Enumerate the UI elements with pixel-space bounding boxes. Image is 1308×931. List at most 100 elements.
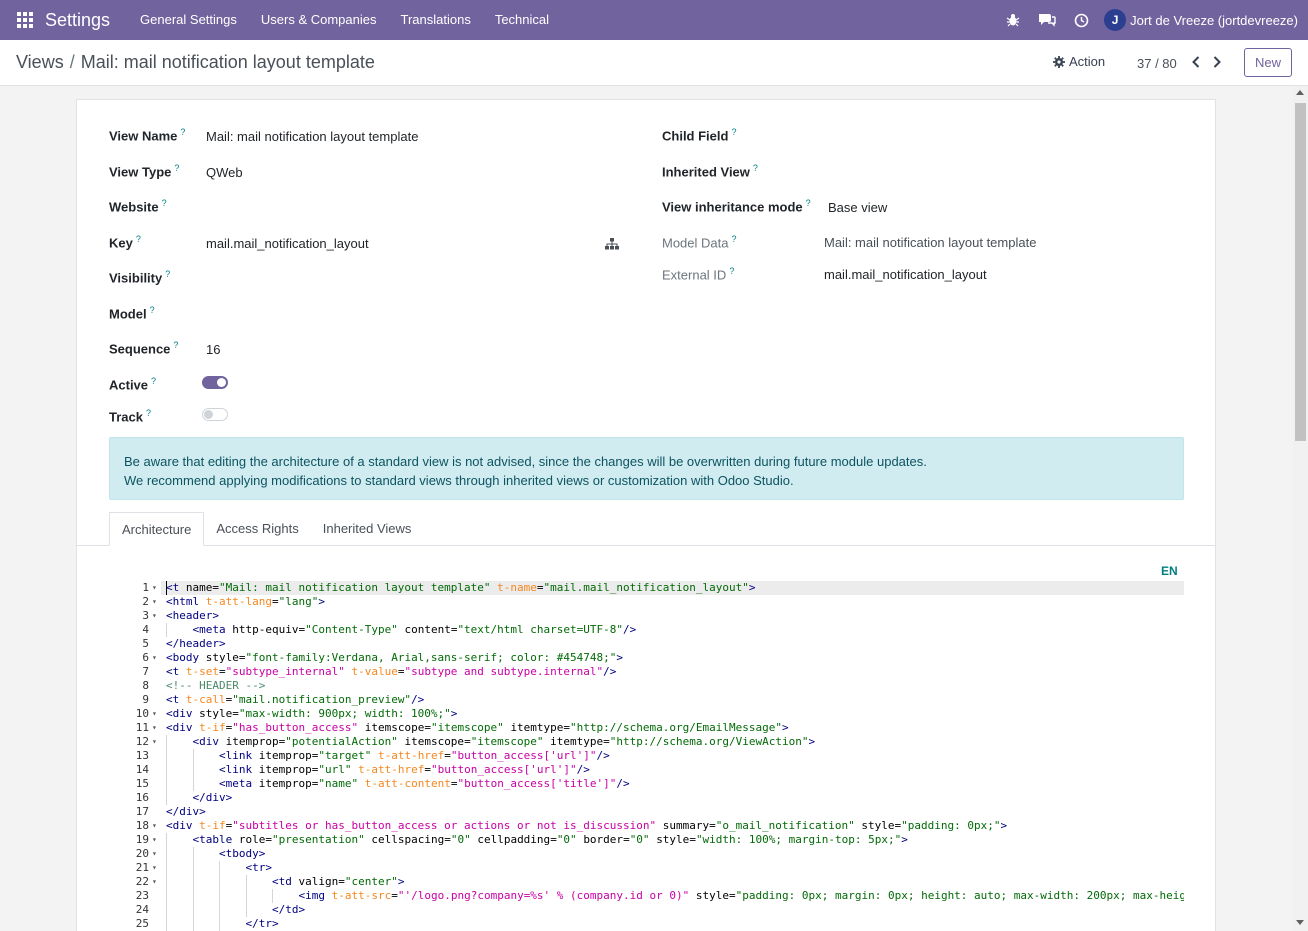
view-type-field[interactable]: QWeb xyxy=(206,165,243,180)
sequence-field[interactable]: 16 xyxy=(206,342,220,357)
fold-toggle-icon[interactable]: ▾ xyxy=(152,595,160,609)
active-label: Active? xyxy=(109,376,157,393)
help-tooltip-icon[interactable]: ? xyxy=(165,269,170,279)
indent-guide xyxy=(192,875,194,889)
code-line[interactable]: </header> xyxy=(166,637,226,651)
code-line[interactable]: </tr> xyxy=(246,917,279,931)
fold-toggle-icon[interactable]: ▾ xyxy=(152,735,160,749)
code-line[interactable]: <div t-if="subtitles or has_button_acces… xyxy=(166,819,1007,833)
pager-next-button[interactable] xyxy=(1210,52,1224,72)
editor-gutter: 1 ▾ 2 ▾ 3 ▾ 4 5 6 ▾ 7 8 9 10 ▾ 11 ▾ 12 ▾ 13 14 15 16 17 18 ▾ 19 ▾ 20… xyxy=(109,581,161,931)
help-tooltip-icon[interactable]: ? xyxy=(806,198,811,208)
tab-inherited-views[interactable]: Inherited Views xyxy=(311,512,424,546)
fold-toggle-icon[interactable]: ▾ xyxy=(152,847,160,861)
sequence-label: Sequence? xyxy=(109,340,179,357)
control-panel: Views / Mail: mail notification layout t… xyxy=(0,40,1308,86)
help-tooltip-icon[interactable]: ? xyxy=(731,234,736,244)
action-menu-button[interactable]: Action xyxy=(1053,54,1105,69)
line-number: 18 xyxy=(135,819,149,832)
fold-toggle-icon[interactable]: ▾ xyxy=(152,861,160,875)
code-line[interactable]: <meta http-equiv="Content-Type" content=… xyxy=(193,623,637,637)
inherited-view-field[interactable] xyxy=(827,165,1177,181)
code-line[interactable]: <html t-att-lang="lang"> xyxy=(166,595,325,609)
website-field[interactable] xyxy=(206,200,606,216)
help-tooltip-icon[interactable]: ? xyxy=(174,163,179,173)
translate-language-button[interactable]: EN xyxy=(1161,564,1178,578)
code-line[interactable]: <body style="font-family:Verdana, Arial,… xyxy=(166,651,623,665)
help-tooltip-icon[interactable]: ? xyxy=(180,127,185,137)
code-line[interactable]: </td> xyxy=(272,903,305,917)
code-line[interactable]: <link itemprop="url" t-att-href="button_… xyxy=(219,763,590,777)
chevron-left-icon xyxy=(1192,56,1200,68)
menu-translations[interactable]: Translations xyxy=(389,0,483,40)
scroll-up-arrow-icon[interactable] xyxy=(1296,90,1304,95)
help-tooltip-icon[interactable]: ? xyxy=(150,305,155,315)
active-toggle[interactable] xyxy=(202,376,228,389)
code-line[interactable]: <div t-if="has_button_access" itemscope=… xyxy=(166,721,789,735)
pager-previous-button[interactable] xyxy=(1189,52,1203,72)
code-line[interactable]: <t t-call="mail.notification_preview"/> xyxy=(166,693,424,707)
code-line[interactable]: </div> xyxy=(193,791,233,805)
new-record-button[interactable]: New xyxy=(1244,48,1292,77)
fold-toggle-icon[interactable]: ▾ xyxy=(152,651,160,665)
model-data-link[interactable]: Mail: mail notification layout template xyxy=(824,235,1036,250)
fold-toggle-icon[interactable]: ▾ xyxy=(152,721,160,735)
help-tooltip-icon[interactable]: ? xyxy=(146,408,151,418)
fold-toggle-icon[interactable]: ▾ xyxy=(152,875,160,889)
fold-toggle-icon[interactable]: ▾ xyxy=(152,819,160,833)
help-tooltip-icon[interactable]: ? xyxy=(173,340,178,350)
child-field-input[interactable] xyxy=(827,129,1177,145)
view-inheritance-mode-field[interactable]: Base view xyxy=(828,200,887,215)
code-line[interactable]: <img t-att-src="'/logo.png?company=%s' %… xyxy=(299,889,1185,903)
fold-toggle-icon[interactable]: ▾ xyxy=(152,581,160,595)
line-number: 16 xyxy=(135,791,149,804)
code-line[interactable]: <div itemprop="potentialAction" itemscop… xyxy=(193,735,816,749)
scrollbar-thumb[interactable] xyxy=(1295,103,1306,441)
fold-toggle-icon[interactable]: ▾ xyxy=(152,609,160,623)
code-line[interactable]: <td valign="center"> xyxy=(272,875,404,889)
menu-general-settings[interactable]: General Settings xyxy=(128,0,249,40)
code-line[interactable]: <tr> xyxy=(246,861,273,875)
code-line[interactable]: <tbody> xyxy=(219,847,265,861)
help-tooltip-icon[interactable]: ? xyxy=(136,234,141,244)
page-scrollbar[interactable] xyxy=(1293,86,1308,931)
help-tooltip-icon[interactable]: ? xyxy=(151,376,156,386)
sitemap-hierarchy-icon[interactable] xyxy=(605,238,619,250)
fold-toggle-icon[interactable]: ▾ xyxy=(152,707,160,721)
help-tooltip-icon[interactable]: ? xyxy=(729,266,734,276)
apps-menu-icon[interactable] xyxy=(17,12,33,28)
code-line[interactable]: <link itemprop="target" t-att-href="butt… xyxy=(219,749,610,763)
tab-architecture[interactable]: Architecture xyxy=(109,512,205,546)
code-line[interactable]: </div> xyxy=(166,805,206,819)
app-brand[interactable]: Settings xyxy=(45,10,110,31)
menu-users-companies[interactable]: Users & Companies xyxy=(249,0,389,40)
code-line[interactable]: <t t-set="subtype_internal" t-value="sub… xyxy=(166,665,616,679)
tab-access-rights[interactable]: Access Rights xyxy=(204,512,310,546)
track-toggle[interactable] xyxy=(202,408,228,421)
key-field[interactable]: mail.mail_notification_layout xyxy=(206,236,369,251)
activity-clock-icon[interactable] xyxy=(1064,0,1098,40)
menu-technical[interactable]: Technical xyxy=(483,0,561,40)
scroll-down-arrow-icon[interactable] xyxy=(1296,920,1304,925)
fold-toggle-icon[interactable]: ▾ xyxy=(152,833,160,847)
line-number: 25 xyxy=(135,917,149,930)
code-line[interactable]: <div style="max-width: 900px; width: 100… xyxy=(166,707,457,721)
code-line[interactable]: <!-- HEADER --> xyxy=(166,679,265,693)
breadcrumb-views-link[interactable]: Views xyxy=(16,52,64,73)
code-line[interactable]: <header> xyxy=(166,609,219,623)
code-line[interactable]: <table role="presentation" cellspacing="… xyxy=(193,833,908,847)
indent-guide xyxy=(166,777,167,791)
help-tooltip-icon[interactable]: ? xyxy=(753,163,758,173)
visibility-field[interactable] xyxy=(206,271,606,287)
code-line[interactable]: <t name="Mail: mail notification layout … xyxy=(166,581,755,595)
user-menu[interactable]: J Jort de Vreeze (jortdevreeze) xyxy=(1104,9,1298,31)
code-editor[interactable]: 1 ▾ 2 ▾ 3 ▾ 4 5 6 ▾ 7 8 9 10 ▾ 11 ▾ 12 ▾ 13 14 15 16 17 18 ▾ 19 ▾ 20… xyxy=(109,581,1184,931)
help-tooltip-icon[interactable]: ? xyxy=(162,198,167,208)
model-field[interactable] xyxy=(206,307,606,323)
messaging-chat-icon[interactable] xyxy=(1030,0,1064,40)
pager-value[interactable]: 37 / 80 xyxy=(1137,56,1177,71)
view-name-field[interactable]: Mail: mail notification layout template xyxy=(206,129,418,144)
debug-bug-icon[interactable] xyxy=(996,0,1030,40)
code-line[interactable]: <meta itemprop="name" t-att-content="but… xyxy=(219,777,630,791)
help-tooltip-icon[interactable]: ? xyxy=(731,127,736,137)
